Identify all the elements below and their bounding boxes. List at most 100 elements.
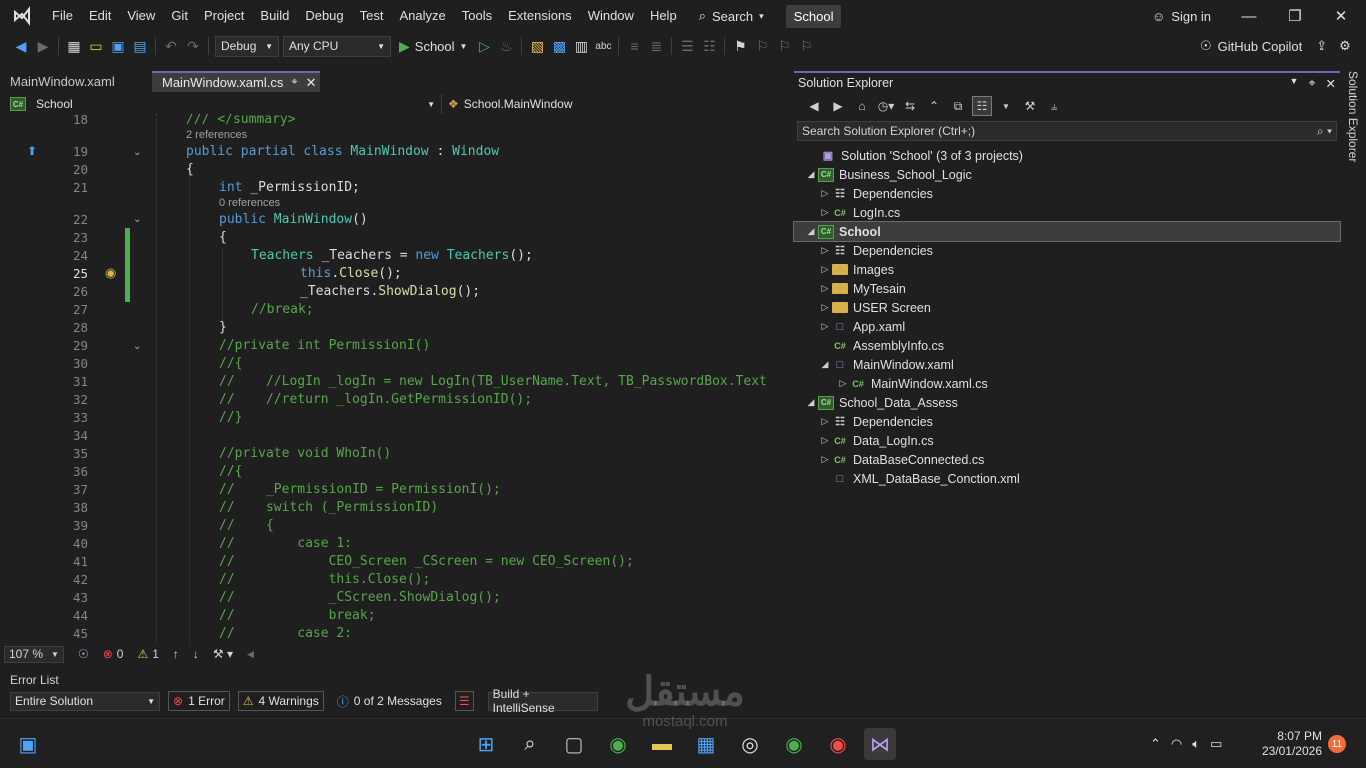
menu-edit[interactable]: Edit xyxy=(81,0,119,32)
collapsed-arrow-icon[interactable]: ▷ xyxy=(818,207,832,218)
forward-icon[interactable]: ▶ xyxy=(828,96,848,116)
expanded-arrow-icon[interactable]: ◢ xyxy=(804,226,818,237)
tree-item-folder[interactable]: ▷ MyTesain xyxy=(794,279,1340,298)
tree-item-project-selected[interactable]: ◢ C# School xyxy=(793,221,1341,242)
visual-studio-logo-icon[interactable] xyxy=(0,0,44,32)
window-position-icon[interactable]: ▼ xyxy=(1290,76,1299,91)
uncomment-lines-icon[interactable]: ☷ xyxy=(698,35,720,57)
errors-filter-button[interactable]: ⊗ 1 Error xyxy=(168,691,230,711)
menu-extensions[interactable]: Extensions xyxy=(500,0,580,32)
tree-item-folder[interactable]: ▷ Images xyxy=(794,260,1340,279)
menu-view[interactable]: View xyxy=(119,0,163,32)
minimize-button[interactable]: — xyxy=(1226,0,1272,32)
collapsed-arrow-icon[interactable]: ▷ xyxy=(818,416,832,427)
tree-item-project[interactable]: ◢ C# Business_School_Logic xyxy=(794,165,1340,184)
open-file-icon[interactable]: ▭ xyxy=(85,35,107,57)
code-editor[interactable]: ⬆ ◉ ⌄ ⌄ ⌄ 18 /// </summary> 2 references… xyxy=(0,114,790,644)
menu-file[interactable]: File xyxy=(44,0,81,32)
tree-item[interactable]: ▷ C# LogIn.cs xyxy=(794,203,1340,222)
menu-test[interactable]: Test xyxy=(352,0,392,32)
pin-icon[interactable]: ⌖ xyxy=(291,76,297,89)
task-view-icon[interactable]: ▢ xyxy=(558,728,590,760)
chrome-profile-icon[interactable]: ◉ xyxy=(778,728,810,760)
expanded-arrow-icon[interactable]: ◢ xyxy=(818,359,832,370)
store-icon[interactable]: ▦ xyxy=(690,728,722,760)
widgets-icon[interactable]: ▣ xyxy=(12,728,44,760)
show-hidden-icons-icon[interactable]: ⌃ xyxy=(1150,736,1161,752)
save-icon[interactable]: ▣ xyxy=(107,35,129,57)
toggle-completion-icon[interactable]: ≡ xyxy=(623,35,645,57)
collapsed-arrow-icon[interactable]: ▷ xyxy=(818,188,832,199)
preview-selected-icon[interactable]: ⫨ xyxy=(1044,96,1064,116)
navigate-forward-icon[interactable]: ▶ xyxy=(32,35,54,57)
warning-count-button[interactable]: ⚠ 1 xyxy=(137,647,158,661)
clock[interactable]: 8:07 PM 23/01/2026 xyxy=(1256,729,1322,759)
xaml-live-preview-icon[interactable]: ▩ xyxy=(548,35,570,57)
tree-item[interactable]: ▷ C# MainWindow.xaml.cs xyxy=(794,374,1340,393)
collapsed-arrow-icon[interactable]: ▷ xyxy=(818,302,832,313)
redo-icon[interactable]: ↷ xyxy=(182,35,204,57)
codelens-references[interactable]: 0 references xyxy=(219,197,280,209)
warnings-filter-button[interactable]: ⚠ 4 Warnings xyxy=(237,691,324,711)
comment-lines-icon[interactable]: ☰ xyxy=(676,35,698,57)
tree-item[interactable]: □ XML_DataBase_Conction.xml xyxy=(794,469,1340,488)
chrome-profile-2-icon[interactable]: ◉ xyxy=(822,728,854,760)
sync-with-document-icon[interactable]: ⇆ xyxy=(900,96,920,116)
expanded-arrow-icon[interactable]: ◢ xyxy=(804,397,818,408)
tree-item[interactable]: ▷ ☷ Dependencies xyxy=(794,412,1340,431)
menu-git[interactable]: Git xyxy=(163,0,196,32)
switch-views-icon[interactable]: ☷ xyxy=(972,96,992,116)
sign-in-button[interactable]: ☺ Sign in xyxy=(1152,0,1211,32)
battery-icon[interactable]: ▭ xyxy=(1210,736,1222,752)
tree-item[interactable]: ▷ □ App.xaml xyxy=(794,317,1340,336)
next-bookmark-icon[interactable]: ⚐ xyxy=(773,35,795,57)
search-button[interactable]: ⌕ Search ▾ xyxy=(689,0,774,32)
error-scope-select[interactable]: Entire Solution ▼ xyxy=(10,691,160,711)
previous-issue-icon[interactable]: ↑ xyxy=(173,647,179,661)
collapsed-arrow-icon[interactable]: ▷ xyxy=(818,435,832,446)
filter-error-list-button[interactable]: ☰ xyxy=(454,691,474,711)
type-member-select[interactable]: ❖ School.MainWindow xyxy=(442,94,790,114)
github-copilot-button[interactable]: ☉ GitHub Copilot ⇪ ⚙ xyxy=(1200,32,1351,60)
project-select[interactable]: C# School ▼ xyxy=(4,94,442,114)
close-window-button[interactable]: ✕ xyxy=(1318,0,1364,32)
collapsed-arrow-icon[interactable]: ▷ xyxy=(818,245,832,256)
previous-bookmark-icon[interactable]: ⚐ xyxy=(751,35,773,57)
navigate-back-icon[interactable]: ◀ xyxy=(10,35,32,57)
collapse-all-icon[interactable]: ⌃ xyxy=(924,96,944,116)
menu-window[interactable]: Window xyxy=(580,0,642,32)
save-all-icon[interactable]: ▤ xyxy=(129,35,151,57)
pin-icon[interactable]: ⌖ xyxy=(1308,76,1315,91)
collapsed-arrow-icon[interactable]: ▷ xyxy=(818,264,832,275)
view-options-chevron-icon[interactable]: ▼ xyxy=(996,96,1016,116)
tree-item-solution[interactable]: ▣ Solution 'School' (3 of 3 projects) xyxy=(794,146,1340,165)
volume-icon[interactable]: 🔈︎ xyxy=(1192,736,1200,752)
codelens-references[interactable]: 2 references xyxy=(186,129,247,141)
tab-mainwindow-xaml[interactable]: MainWindow.xaml xyxy=(0,71,152,92)
menu-help[interactable]: Help xyxy=(642,0,685,32)
tree-item[interactable]: ▷ ☷ Dependencies xyxy=(794,241,1340,260)
tree-item[interactable]: ▷ C# DataBaseConnected.cs xyxy=(794,450,1340,469)
menu-analyze[interactable]: Analyze xyxy=(391,0,453,32)
start-menu-icon[interactable]: ⊞ xyxy=(470,728,502,760)
messages-filter-button[interactable]: ⓘ 0 of 2 Messages xyxy=(332,691,447,711)
hot-reload-icon[interactable]: ♨ xyxy=(495,35,517,57)
bookmark-icon[interactable]: ⚑ xyxy=(729,35,751,57)
tab-mainwindow-xaml-cs[interactable]: MainWindow.xaml.cs ⌖ ✕ xyxy=(152,71,320,92)
close-tab-icon[interactable]: ✕ xyxy=(306,75,317,91)
tree-item[interactable]: ▷ C# Data_LogIn.cs xyxy=(794,431,1340,450)
solution-explorer-side-tab[interactable]: Solution Explorer xyxy=(1340,71,1366,191)
error-count-button[interactable]: ⊗ 0 xyxy=(103,647,124,661)
collapsed-arrow-icon[interactable]: ▷ xyxy=(836,378,850,389)
collapsed-arrow-icon[interactable]: ▷ xyxy=(818,283,832,294)
start-debugging-button[interactable]: ▶ School ▼ xyxy=(393,38,473,55)
show-all-files-icon[interactable]: ⧉ xyxy=(948,96,968,116)
home-icon[interactable]: ⌂ xyxy=(852,96,872,116)
build-source-select[interactable]: Build + IntelliSense xyxy=(487,687,598,715)
clear-bookmarks-icon[interactable]: ⚐ xyxy=(795,35,817,57)
tree-item[interactable]: ▷ ☷ Dependencies xyxy=(794,184,1340,203)
wifi-icon[interactable]: ◠ xyxy=(1171,736,1182,752)
menu-project[interactable]: Project xyxy=(196,0,252,32)
restore-button[interactable]: ❐ xyxy=(1272,0,1318,32)
search-icon[interactable]: ⌕ xyxy=(514,728,546,760)
